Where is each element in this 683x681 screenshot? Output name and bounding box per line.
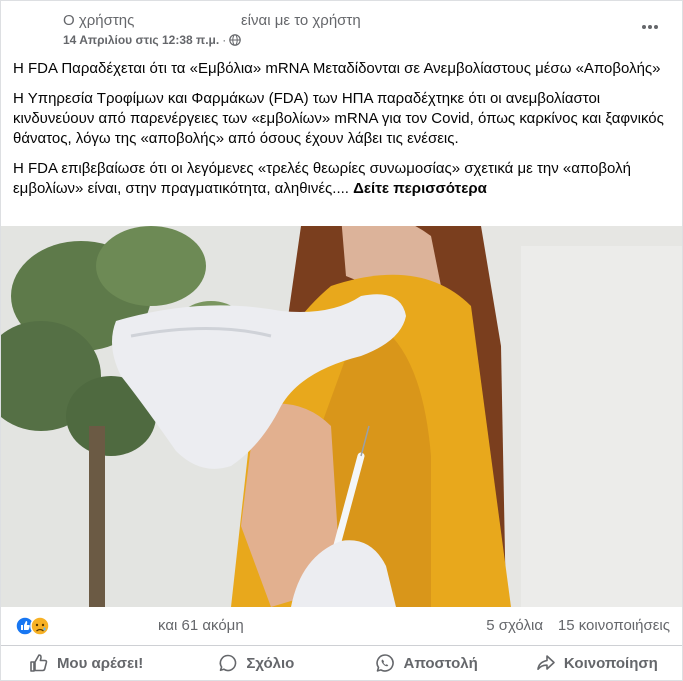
vaccination-image xyxy=(1,226,682,607)
action-bar: Μου αρέσει! Σχόλιο Αποστολή Κοινοποίηση xyxy=(1,646,682,680)
send-label: Αποστολή xyxy=(403,654,478,672)
author-name[interactable]: Ο χρήστης xyxy=(63,12,134,29)
shares-count[interactable]: 15 κοινοποιήσεις xyxy=(558,617,670,634)
like-label: Μου αρέσει! xyxy=(56,654,144,672)
globe-icon[interactable] xyxy=(229,34,242,46)
thumbs-up-icon xyxy=(30,654,48,672)
reaction-count[interactable]: και 61 ακόμη xyxy=(158,617,244,634)
share-button[interactable]: Κοινοποίηση xyxy=(512,646,682,680)
post-header: Ο χρήστης είναι με το χρήστη 14 Απριλίου… xyxy=(1,1,682,51)
post-text: Η FDA Παραδέχεται ότι τα «Εμβόλια» mRNA … xyxy=(13,59,670,209)
post-photo[interactable] xyxy=(1,226,682,607)
sad-icon xyxy=(30,616,50,636)
like-button[interactable]: Μου αρέσει! xyxy=(1,646,171,680)
reactions-bar: και 61 ακόμη 5 σχόλια 15 κοινοποιήσεις xyxy=(1,607,682,646)
reaction-icons[interactable] xyxy=(15,616,55,636)
post-card: Ο χρήστης είναι με το χρήστη 14 Απριλίου… xyxy=(0,0,683,681)
post-meta: 14 Απριλίου στις 12:38 π.μ. · xyxy=(63,33,242,47)
share-arrow-icon xyxy=(537,655,555,670)
meta-separator: · xyxy=(222,33,227,47)
post-paragraph: Η Υπηρεσία Τροφίμων και Φαρμάκων (FDA) τ… xyxy=(13,90,664,147)
post-date[interactable]: 14 Απριλίου στις 12:38 π.μ. xyxy=(63,33,219,47)
post-paragraph-text: Η FDA επιβεβαίωσε ότι οι λεγόμενες «τρελ… xyxy=(13,160,631,197)
post-paragraph-last: Η FDA επιβεβαίωσε ότι οι λεγόμενες «τρελ… xyxy=(13,159,670,199)
post-headline: Η FDA Παραδέχεται ότι τα «Εμβόλια» mRNA … xyxy=(13,60,661,77)
send-button[interactable]: Αποστολή xyxy=(342,646,512,680)
share-label: Κοινοποίηση xyxy=(563,654,658,672)
comments-count[interactable]: 5 σχόλια xyxy=(486,617,543,634)
tagged-with-text: είναι με το χρήστη xyxy=(241,12,361,29)
see-more-link[interactable]: Δείτε περισσότερα xyxy=(353,180,487,197)
comment-label: Σχόλιο xyxy=(246,654,295,672)
more-options-icon[interactable] xyxy=(640,19,660,35)
comment-icon xyxy=(219,654,237,672)
comment-button[interactable]: Σχόλιο xyxy=(171,646,341,680)
whatsapp-icon xyxy=(376,654,395,672)
